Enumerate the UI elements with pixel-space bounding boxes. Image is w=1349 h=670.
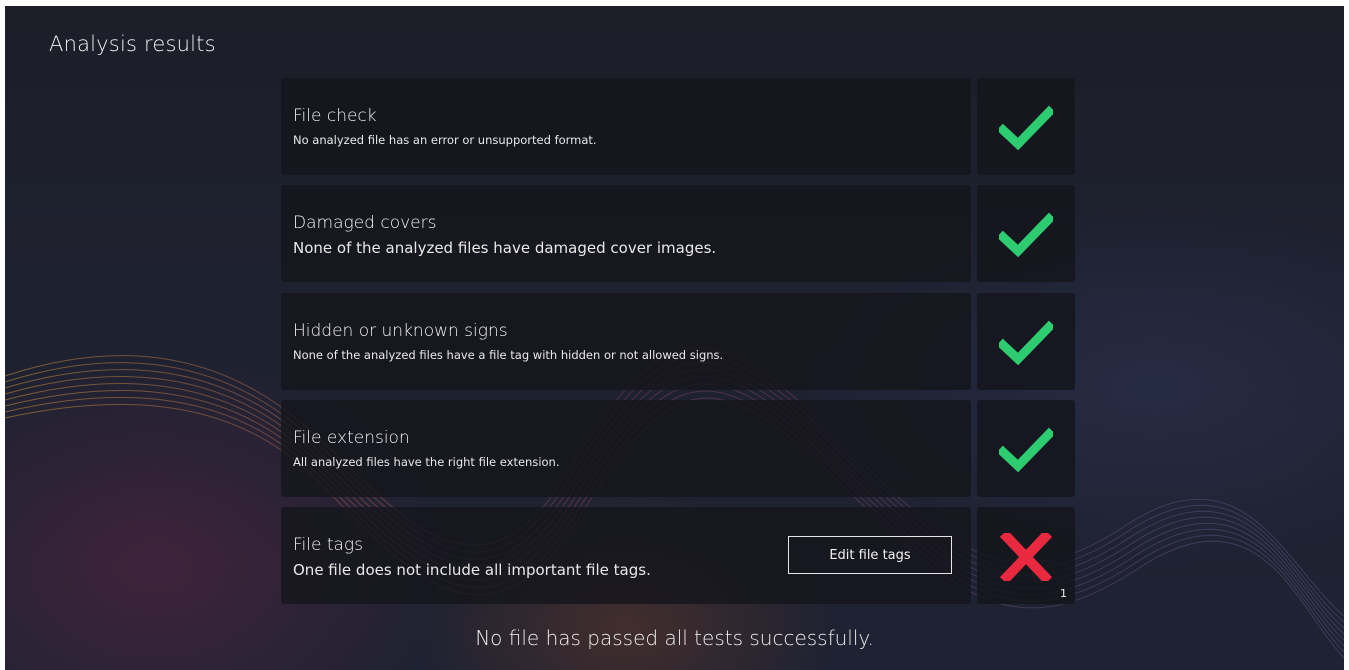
result-row-file-extension: File extension All analyzed files have t…: [281, 400, 1075, 497]
result-panel: File extension All analyzed files have t…: [281, 400, 971, 497]
checkmark-icon: [999, 105, 1053, 151]
result-title: Hidden or unknown signs: [293, 321, 508, 341]
page-title: Analysis results: [49, 32, 216, 56]
status-panel: [977, 400, 1075, 497]
result-description: None of the analyzed files have a file t…: [293, 348, 724, 362]
analysis-window: Analysis results File check No analyzed …: [5, 6, 1344, 670]
cross-icon: [999, 533, 1053, 581]
edit-file-tags-button[interactable]: Edit file tags: [788, 536, 952, 574]
checkmark-icon: [999, 212, 1053, 258]
result-panel: Damaged covers None of the analyzed file…: [281, 185, 971, 282]
result-row-damaged-covers: Damaged covers None of the analyzed file…: [281, 185, 1075, 282]
summary-message: No file has passed all tests successfull…: [475, 626, 874, 650]
failure-count-badge: 1: [1060, 587, 1067, 600]
status-panel[interactable]: 1: [977, 507, 1075, 604]
result-row-file-check: File check No analyzed file has an error…: [281, 78, 1075, 175]
checkmark-icon: [999, 427, 1053, 473]
result-description: No analyzed file has an error or unsuppo…: [293, 133, 597, 147]
result-title: File tags: [293, 535, 363, 555]
result-panel: File tags One file does not include all …: [281, 507, 971, 604]
result-title: Damaged covers: [293, 213, 437, 233]
result-row-hidden-signs: Hidden or unknown signs None of the anal…: [281, 293, 1075, 390]
result-row-file-tags: File tags One file does not include all …: [281, 507, 1075, 604]
status-panel: [977, 185, 1075, 282]
result-description: None of the analyzed files have damaged …: [293, 239, 717, 257]
status-panel: [977, 293, 1075, 390]
status-panel: [977, 78, 1075, 175]
result-title: File check: [293, 106, 377, 126]
result-description: One file does not include all important …: [293, 561, 651, 579]
result-panel: Hidden or unknown signs None of the anal…: [281, 293, 971, 390]
result-panel: File check No analyzed file has an error…: [281, 78, 971, 175]
checkmark-icon: [999, 320, 1053, 366]
result-title: File extension: [293, 428, 410, 448]
result-description: All analyzed files have the right file e…: [293, 455, 560, 469]
